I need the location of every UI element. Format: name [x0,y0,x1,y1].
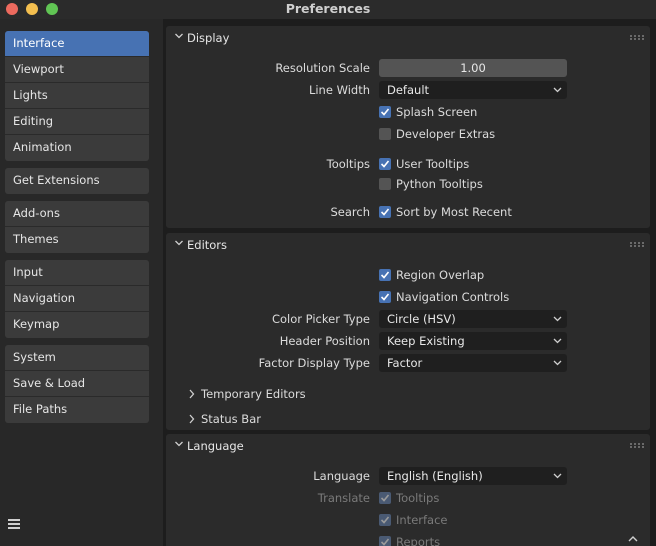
translate-label: Translate [317,491,370,505]
drag-handle-icon[interactable] [630,242,644,248]
sidebar-item-animation[interactable]: Animation [5,135,149,161]
panel-title: Language [187,439,244,453]
navigation-controls-label: Navigation Controls [396,290,510,304]
window-title: Preferences [285,1,371,16]
sidebar-group-system: System Save & Load File Paths [5,345,149,423]
checkbox-checked-icon [379,536,391,546]
checkbox-checked-icon [379,269,391,281]
header-position-value: Keep Existing [387,334,465,348]
chevron-down-icon [553,87,562,93]
sidebar-item-lights[interactable]: Lights [5,83,149,109]
translate-interface-label: Interface [396,513,448,527]
color-picker-value: Circle (HSV) [387,312,456,326]
scroll-up-icon[interactable] [626,534,640,544]
factor-display-value: Factor [387,356,423,370]
sidebar-item-navigation[interactable]: Navigation [5,286,149,312]
sidebar-group-input: Input Navigation Keymap [5,260,149,338]
chevron-down-icon [175,240,183,246]
line-width-label: Line Width [308,83,370,97]
chevron-right-icon [189,389,195,399]
checkbox-unchecked-icon [379,128,391,140]
checkbox-checked-icon [379,514,391,526]
header-position-label: Header Position [279,334,370,348]
factor-display-select[interactable]: Factor [379,354,567,372]
line-width-select[interactable]: Default [379,81,567,99]
developer-extras-label: Developer Extras [396,127,496,141]
sidebar-item-save-load[interactable]: Save & Load [5,371,149,397]
menu-icon[interactable] [6,516,23,532]
sidebar-item-editing[interactable]: Editing [5,109,149,135]
temporary-editors-label: Temporary Editors [201,387,306,401]
python-tooltips-label: Python Tooltips [396,177,483,191]
chevron-down-icon [175,33,183,39]
language-panel: Language Language English (English) Tran… [166,434,650,546]
sidebar-item-themes[interactable]: Themes [5,227,149,253]
sidebar-group-addons: Add-ons Themes [5,201,149,253]
color-picker-label: Color Picker Type [271,312,370,326]
chevron-down-icon [553,360,562,366]
editors-panel: Editors Region Overlap Navigation Contro… [166,233,650,430]
sidebar-item-interface[interactable]: Interface [5,31,149,57]
resolution-scale-label: Resolution Scale [275,61,370,75]
sidebar-item-add-ons[interactable]: Add-ons [5,201,149,227]
display-panel-header[interactable]: Display [166,26,650,50]
editors-panel-header[interactable]: Editors [166,233,650,257]
translate-tooltips-label: Tooltips [396,491,440,505]
chevron-down-icon [553,316,562,322]
search-label: Search [330,205,370,219]
chevron-down-icon [175,441,183,447]
sidebar-item-input[interactable]: Input [5,260,149,286]
checkbox-checked-icon [379,291,391,303]
user-tooltips-label: User Tooltips [396,157,470,171]
sidebar-group-general: Interface Viewport Lights Editing Animat… [5,31,149,161]
region-overlap-label: Region Overlap [396,268,485,282]
chevron-down-icon [553,338,562,344]
checkbox-checked-icon [379,492,391,504]
checkbox-unchecked-icon [379,178,391,190]
drag-handle-icon[interactable] [630,35,644,41]
checkbox-checked-icon [379,158,391,170]
tooltips-label: Tooltips [326,157,370,171]
translate-reports-label: Reports [396,535,441,546]
language-select[interactable]: English (English) [379,467,567,485]
color-picker-select[interactable]: Circle (HSV) [379,310,567,328]
sort-recent-label: Sort by Most Recent [396,205,512,219]
factor-display-label: Factor Display Type [258,356,370,370]
language-panel-header[interactable]: Language [166,434,650,458]
chevron-right-icon [189,414,195,424]
sidebar-item-keymap[interactable]: Keymap [5,312,149,338]
header-position-select[interactable]: Keep Existing [379,332,567,350]
checkbox-checked-icon [379,106,391,118]
splash-screen-label: Splash Screen [396,105,478,119]
sidebar-item-get-extensions[interactable]: Get Extensions [5,168,149,194]
status-bar-label: Status Bar [201,412,261,426]
checkbox-checked-icon [379,206,391,218]
resolution-scale-field[interactable]: 1.00 [379,59,567,77]
panel-title: Editors [187,238,228,252]
panel-title: Display [187,31,230,45]
drag-handle-icon[interactable] [630,443,644,449]
title-bar: Preferences [0,0,656,19]
language-value: English (English) [387,469,483,483]
sidebar-item-viewport[interactable]: Viewport [5,57,149,83]
display-panel: Display Resolution Scale 1.00 Line Width… [166,26,650,228]
chevron-down-icon [553,473,562,479]
sidebar-group-extensions: Get Extensions [5,168,149,194]
sidebar-item-file-paths[interactable]: File Paths [5,397,149,423]
language-label: Language [313,469,370,483]
line-width-value: Default [387,83,430,97]
sidebar-item-system[interactable]: System [5,345,149,371]
